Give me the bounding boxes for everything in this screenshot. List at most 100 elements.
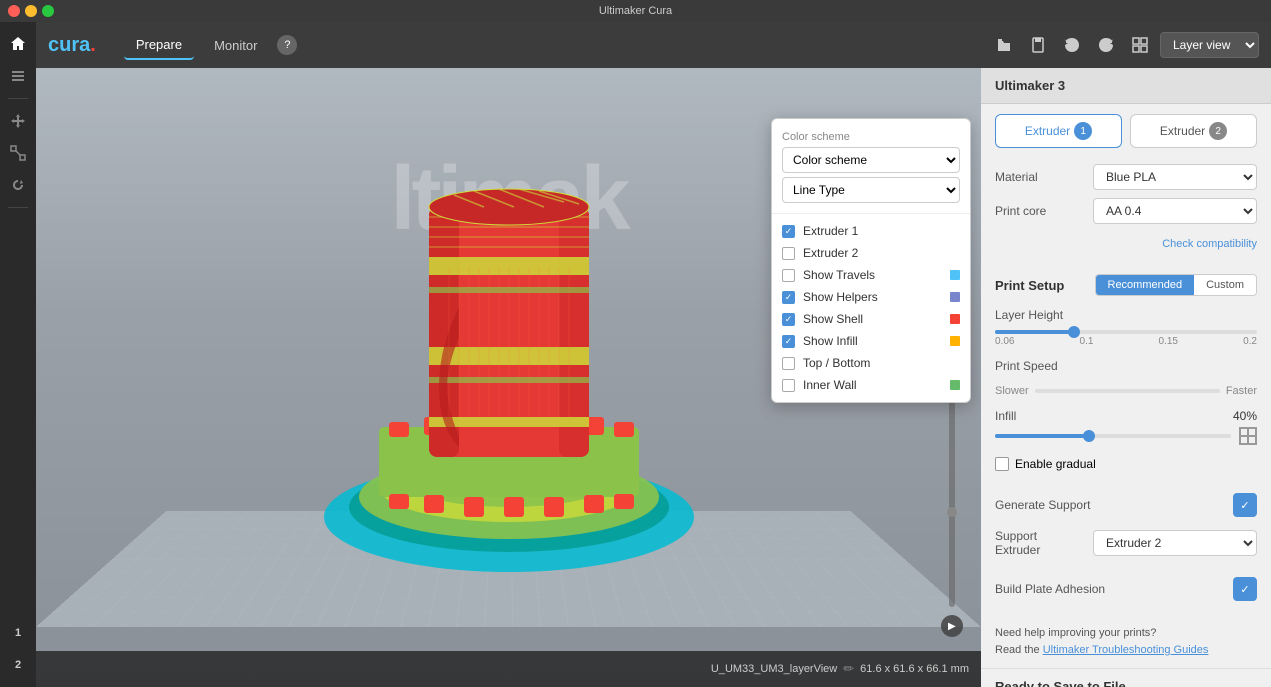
sidebar-home-icon[interactable]	[4, 30, 32, 58]
infill-row	[995, 427, 1257, 445]
extruder1-num: 1	[1074, 122, 1092, 140]
setup-toggle: Recommended Custom	[1095, 274, 1258, 296]
material-row: Material Blue PLA	[995, 164, 1257, 190]
right-panel: Ultimaker 3 Extruder 1 Extruder 2 Mate	[981, 68, 1271, 687]
close-button[interactable]	[8, 5, 20, 17]
toolbar-undo-icon[interactable]	[1058, 31, 1086, 59]
toolbar-grid-icon[interactable]	[1126, 31, 1154, 59]
file-name: U_UM33_UM3_layerView	[711, 663, 837, 675]
viewport: ltimak	[36, 68, 981, 687]
sidebar-scale-icon[interactable]	[4, 139, 32, 167]
extruder1-checkbox[interactable]: ✓	[782, 225, 795, 238]
app-body: 1 2 cura. Prepare Monitor ?	[0, 22, 1271, 687]
print-setup-header: Print Setup Recommended Custom	[981, 266, 1271, 304]
dropdown-show-helpers[interactable]: ✓ Show Helpers	[772, 286, 970, 308]
enable-gradual-checkbox[interactable]	[995, 457, 1009, 471]
extruder2-num: 2	[1209, 122, 1227, 140]
layer-height-row: Layer Height	[995, 308, 1257, 326]
tab-monitor[interactable]: Monitor	[202, 32, 269, 59]
support-extruder-select[interactable]: Extruder 2	[1093, 530, 1257, 556]
maximize-button[interactable]	[42, 5, 54, 17]
infill-slider-track[interactable]	[995, 434, 1231, 438]
sidebar-divider	[8, 98, 28, 99]
help-icon[interactable]: ?	[277, 35, 297, 55]
infill-label: Infill	[995, 409, 1016, 423]
inner-wall-color	[950, 380, 960, 390]
logo: cura.	[48, 34, 96, 57]
enable-gradual-label: Enable gradual	[1015, 457, 1096, 471]
window-title: Ultimaker Cura	[599, 5, 672, 17]
edit-filename-icon[interactable]: ✏	[843, 661, 854, 677]
toolbar-save-icon[interactable]	[1024, 31, 1052, 59]
sidebar-rotate-icon[interactable]	[4, 171, 32, 199]
help-text: Need help improving your prints?	[995, 625, 1257, 642]
view-select[interactable]: Layer view Solid view X-Ray view	[1160, 32, 1259, 58]
check-compat-link[interactable]: Check compatibility	[981, 238, 1271, 258]
build-plate-adhesion-row: Build Plate Adhesion ✓	[981, 571, 1271, 607]
top-toolbar: cura. Prepare Monitor ?	[36, 22, 1271, 68]
show-helpers-label: Show Helpers	[803, 290, 942, 304]
recommended-tab[interactable]: Recommended	[1096, 275, 1195, 295]
sidebar-settings-icon[interactable]: 1	[4, 619, 32, 647]
print-setup-title: Print Setup	[995, 278, 1064, 293]
infill-section: Infill 40%	[981, 405, 1271, 453]
show-infill-checkbox[interactable]: ✓	[782, 335, 795, 348]
dropdown-extruder1[interactable]: ✓ Extruder 1	[772, 220, 970, 242]
dropdown-extruder2[interactable]: Extruder 2	[772, 242, 970, 264]
layer-play-button[interactable]: ▶	[941, 615, 963, 637]
top-bottom-label: Top / Bottom	[803, 356, 960, 370]
extruder2-label: Extruder 2	[803, 246, 960, 260]
dropdown-separator	[772, 213, 970, 214]
generate-support-row: Generate Support ✓	[981, 487, 1271, 523]
support-extruder-section: Support Extruder Extruder 2	[981, 523, 1271, 571]
custom-tab[interactable]: Custom	[1194, 275, 1256, 295]
tab-prepare[interactable]: Prepare	[124, 31, 194, 60]
traffic-lights	[8, 5, 54, 17]
sidebar-divider2	[8, 207, 28, 208]
dropdown-show-infill[interactable]: ✓ Show Infill	[772, 330, 970, 352]
line-type-select[interactable]: Line Type	[782, 177, 960, 203]
print-speed-track[interactable]	[1035, 389, 1220, 393]
top-bottom-checkbox[interactable]	[782, 357, 795, 370]
dropdown-top-bottom[interactable]: Top / Bottom	[772, 352, 970, 374]
color-scheme-select[interactable]: Color scheme	[782, 147, 960, 173]
inner-wall-label: Inner Wall	[803, 378, 942, 392]
print-core-select[interactable]: AA 0.4	[1093, 198, 1257, 224]
print-speed-label: Print Speed	[995, 359, 1058, 373]
sidebar-layers-icon[interactable]	[4, 62, 32, 90]
print-speed-row: Print Speed	[995, 359, 1257, 377]
toolbar-redo-icon[interactable]	[1092, 31, 1120, 59]
extruder2-tab[interactable]: Extruder 2	[1130, 114, 1257, 148]
show-infill-color	[950, 336, 960, 346]
material-select[interactable]: Blue PLA	[1093, 164, 1257, 190]
layer-height-track[interactable]	[995, 330, 1257, 334]
material-section: Material Blue PLA Print core AA 0.4	[981, 158, 1271, 238]
dropdown-show-shell[interactable]: ✓ Show Shell	[772, 308, 970, 330]
dropdown-show-travels[interactable]: Show Travels	[772, 264, 970, 286]
material-label: Material	[995, 170, 1085, 184]
infill-percent: 40%	[1233, 409, 1257, 423]
show-shell-color	[950, 314, 960, 324]
help-link[interactable]: Ultimaker Troubleshooting Guides	[1043, 644, 1209, 656]
printer-name: Ultimaker 3	[981, 68, 1271, 104]
dropdown-inner-wall[interactable]: Inner Wall	[772, 374, 970, 396]
sidebar-move-icon[interactable]	[4, 107, 32, 135]
enable-gradual-row: Enable gradual	[981, 453, 1271, 479]
show-helpers-checkbox[interactable]: ✓	[782, 291, 795, 304]
infill-pattern-icon	[1239, 427, 1257, 445]
logo-text: cura.	[48, 34, 96, 57]
extruder2-checkbox[interactable]	[782, 247, 795, 260]
support-extruder-row: Support Extruder Extruder 2	[995, 529, 1257, 557]
inner-wall-checkbox[interactable]	[782, 379, 795, 392]
toolbar-open-icon[interactable]	[990, 31, 1018, 59]
extruder1-tab[interactable]: Extruder 1	[995, 114, 1122, 148]
minimize-button[interactable]	[25, 5, 37, 17]
show-travels-color	[950, 270, 960, 280]
sidebar-info-icon[interactable]: 2	[4, 651, 32, 679]
show-shell-checkbox[interactable]: ✓	[782, 313, 795, 326]
generate-support-toggle[interactable]: ✓	[1233, 493, 1257, 517]
show-infill-label: Show Infill	[803, 334, 942, 348]
build-plate-adhesion-toggle[interactable]: ✓	[1233, 577, 1257, 601]
show-travels-checkbox[interactable]	[782, 269, 795, 282]
layer-slider-thumb[interactable]	[947, 507, 957, 517]
